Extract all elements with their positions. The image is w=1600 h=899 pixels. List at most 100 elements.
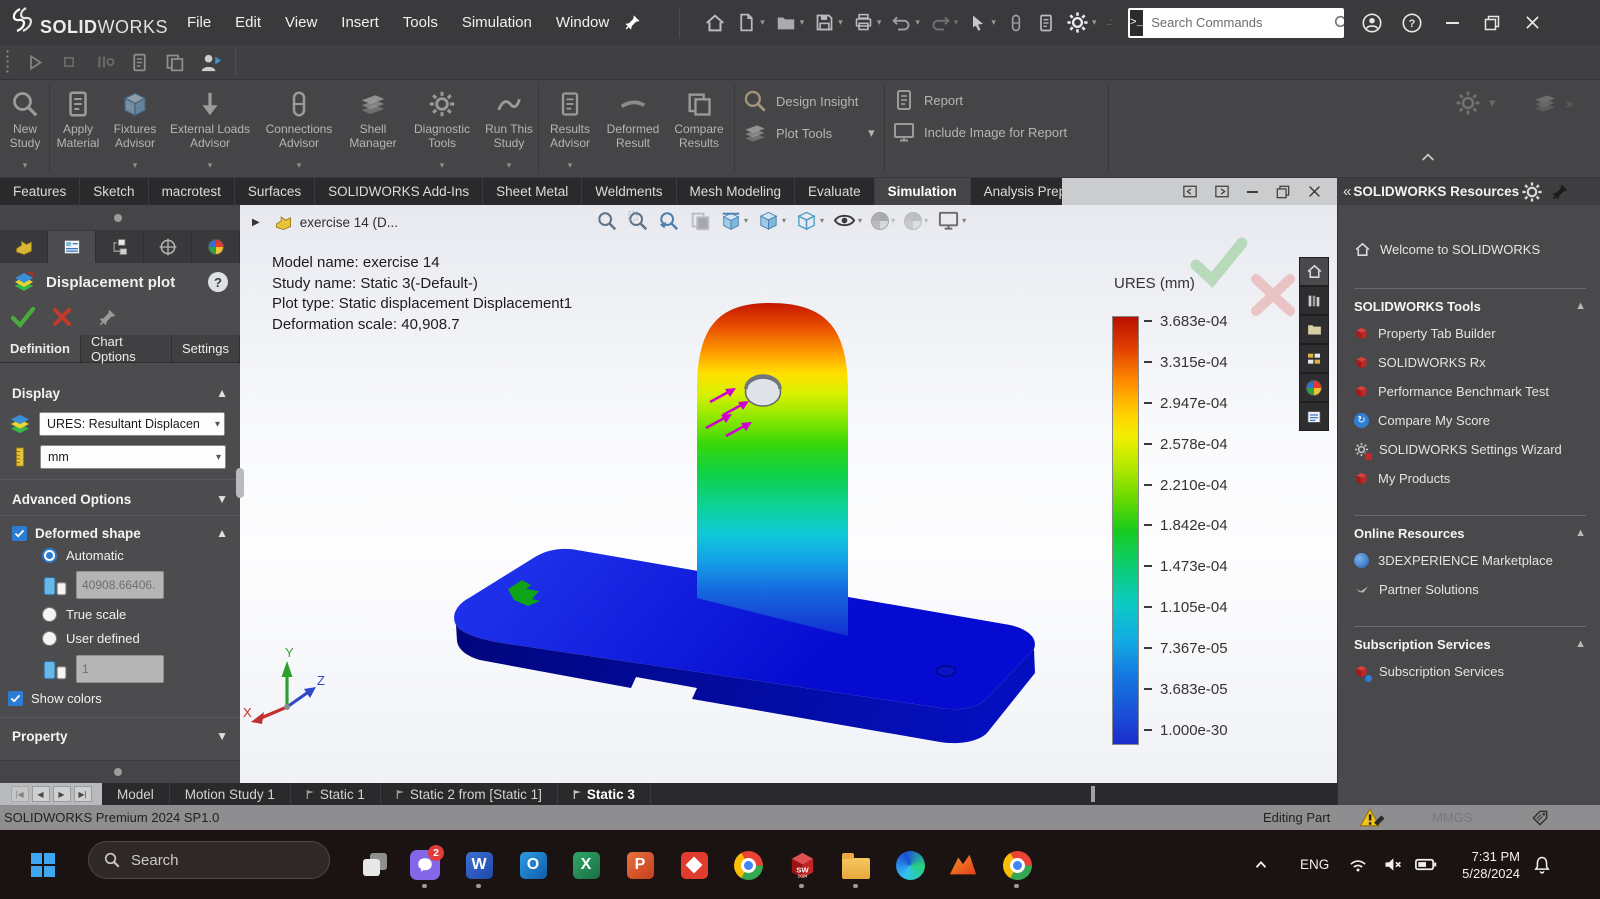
new-macro-icon[interactable] [129, 52, 150, 73]
collapse-panel-icon[interactable]: « [1343, 183, 1351, 200]
chrome-app-icon-2[interactable] [1000, 848, 1034, 882]
tab-definition[interactable]: Definition [0, 335, 81, 362]
menu-window[interactable]: Window [545, 8, 620, 37]
feature-manager-tab[interactable] [0, 231, 48, 263]
tag-icon[interactable] [1530, 808, 1550, 828]
resources-pin-icon[interactable] [1551, 183, 1569, 201]
tab-sketch[interactable]: Sketch [80, 178, 148, 205]
collapse-icon[interactable]: ▲ [1575, 300, 1586, 312]
user-macro-icon[interactable] [199, 51, 222, 74]
advanced-options-header[interactable]: Advanced Options▼ [0, 487, 240, 511]
custom-properties-tab-icon[interactable] [1299, 344, 1329, 373]
new-document-button[interactable]: ▾ [732, 9, 769, 36]
diagnostic-tools-button[interactable]: Diagnostic Tools▾ [404, 86, 480, 172]
results-advisor-button[interactable]: Results Advisor▾ [541, 86, 599, 172]
minimize-button[interactable] [1432, 7, 1472, 39]
print-button[interactable]: ▾ [849, 9, 886, 36]
excel-app-icon[interactable]: X [569, 848, 603, 882]
task-view-button[interactable] [358, 848, 392, 882]
tree-expand-icon[interactable]: ▶ [252, 217, 260, 228]
user-defined-radio[interactable] [42, 631, 57, 646]
document-name-label[interactable]: exercise 14 (D... [300, 215, 398, 230]
file-explorer-icon[interactable] [839, 848, 873, 882]
shell-manager-button[interactable]: Shell Manager [344, 86, 402, 172]
selection-filter-button[interactable] [1002, 10, 1030, 36]
file-explorer-tab-icon[interactable] [1299, 315, 1329, 344]
view-settings-icon[interactable]: ▾ [937, 209, 966, 232]
clock[interactable]: 7:31 PM5/28/2024 [1432, 848, 1520, 882]
compare-my-score-item[interactable]: ↻Compare My Score [1354, 406, 1600, 435]
deformed-shape-header[interactable]: Deformed shape▲ [0, 521, 240, 545]
tab-macrotest[interactable]: macrotest [149, 178, 235, 205]
run-this-study-button[interactable]: Run This Study▾ [482, 86, 536, 172]
property-section-header[interactable]: Property▼ [0, 724, 240, 748]
previous-view-icon[interactable] [658, 210, 680, 232]
collapse-icon[interactable]: ▲ [1575, 527, 1586, 539]
tab-surfaces[interactable]: Surfaces [235, 178, 315, 205]
resources-gear-icon[interactable] [1521, 181, 1543, 203]
edit-macro-icon[interactable] [164, 52, 185, 73]
ribbon-collapse-icon[interactable] [1420, 150, 1436, 162]
doc-minimize-icon[interactable] [1247, 191, 1258, 193]
cancel-x-icon[interactable] [52, 307, 72, 327]
search-icon[interactable] [1333, 14, 1344, 32]
tab-evaluate[interactable]: Evaluate [795, 178, 875, 205]
tab-features[interactable]: Features [0, 178, 80, 205]
tab-static-2[interactable]: Static 2 from [Static 1] [381, 783, 558, 805]
tab-weldments[interactable]: Weldments [582, 178, 676, 205]
property-tab-builder-item[interactable]: Property Tab Builder [1354, 319, 1600, 348]
fixtures-advisor-button[interactable]: Fixtures Advisor▾ [106, 86, 164, 172]
options-button[interactable]: ▾ [1062, 8, 1101, 37]
deformed-shape-checkbox[interactable] [12, 526, 27, 541]
apply-scene-icon[interactable]: ▾ [904, 212, 928, 230]
zoom-to-area-icon[interactable] [627, 210, 649, 232]
wifi-icon[interactable] [1348, 830, 1368, 899]
matlab-app-icon[interactable] [946, 848, 980, 882]
apply-material-button[interactable]: Apply Material [52, 86, 104, 172]
subscription-services-item[interactable]: Subscription Services [1354, 657, 1600, 686]
show-colors-checkbox[interactable] [8, 691, 23, 706]
tab-static-1[interactable]: Static 1 [291, 783, 381, 805]
command-search[interactable]: >_ ▾ [1128, 8, 1344, 38]
section-view-icon[interactable] [689, 210, 711, 232]
open-button[interactable]: ▾ [771, 9, 809, 37]
plot-tools-button[interactable]: Plot Tools▾ [742, 120, 882, 146]
view-orientation-icon[interactable]: ▾ [757, 209, 786, 232]
units-select[interactable]: mm▾ [40, 445, 226, 469]
tab-bar-grip[interactable] [1091, 786, 1095, 802]
tab-simulation[interactable]: Simulation [875, 178, 971, 205]
tab-sheet-metal[interactable]: Sheet Metal [483, 178, 582, 205]
online-section-header[interactable]: Online Resources▲ [1354, 520, 1586, 546]
tools-section-header[interactable]: SOLIDWORKS Tools▲ [1354, 293, 1586, 319]
chrome-app-icon[interactable] [731, 848, 765, 882]
next-tab-icon[interactable]: ▶ [53, 786, 71, 802]
menu-edit[interactable]: Edit [224, 8, 272, 37]
zoom-to-fit-icon[interactable] [596, 210, 618, 232]
hide-show-items-icon[interactable]: ▾ [833, 209, 862, 232]
appearances-tab-icon[interactable] [1299, 373, 1329, 402]
external-loads-advisor-button[interactable]: External Loads Advisor▾ [166, 86, 254, 172]
model-column[interactable] [697, 303, 848, 636]
tab-static-3[interactable]: Static 3 [558, 783, 651, 805]
select-button[interactable]: ▾ [964, 10, 1000, 36]
word-app-icon[interactable]: W [462, 848, 496, 882]
outlook-app-icon[interactable]: O [516, 848, 550, 882]
start-button[interactable] [26, 848, 60, 882]
tab-motion-study-1[interactable]: Motion Study 1 [170, 783, 291, 805]
restore-button[interactable] [1472, 7, 1512, 39]
dimxpert-manager-tab[interactable] [144, 231, 192, 263]
undo-button[interactable]: ▾ [887, 9, 924, 36]
compare-results-button[interactable]: Compare Results [667, 86, 731, 172]
help-icon[interactable]: ? [1392, 7, 1432, 39]
rebuild-warning-icon[interactable] [1358, 806, 1386, 831]
report-button[interactable]: Report [892, 88, 1112, 112]
search-commands-input[interactable] [1145, 15, 1333, 30]
notifications-bell-icon[interactable] [1532, 830, 1552, 899]
partner-solutions-item[interactable]: Partner Solutions [1354, 575, 1600, 604]
true-scale-radio[interactable] [42, 607, 57, 622]
solidworks-app-icon[interactable]: SW2024 [785, 848, 819, 882]
menu-view[interactable]: View [274, 8, 328, 37]
volume-muted-icon[interactable] [1382, 830, 1403, 899]
graphics-viewport[interactable]: Y X Z ▶ exercise 14 (D... ▾ ▾ ▾ ▾ ▾ ▾ ▾ [240, 205, 1337, 783]
tab-mesh-modeling[interactable]: Mesh Modeling [677, 178, 796, 205]
